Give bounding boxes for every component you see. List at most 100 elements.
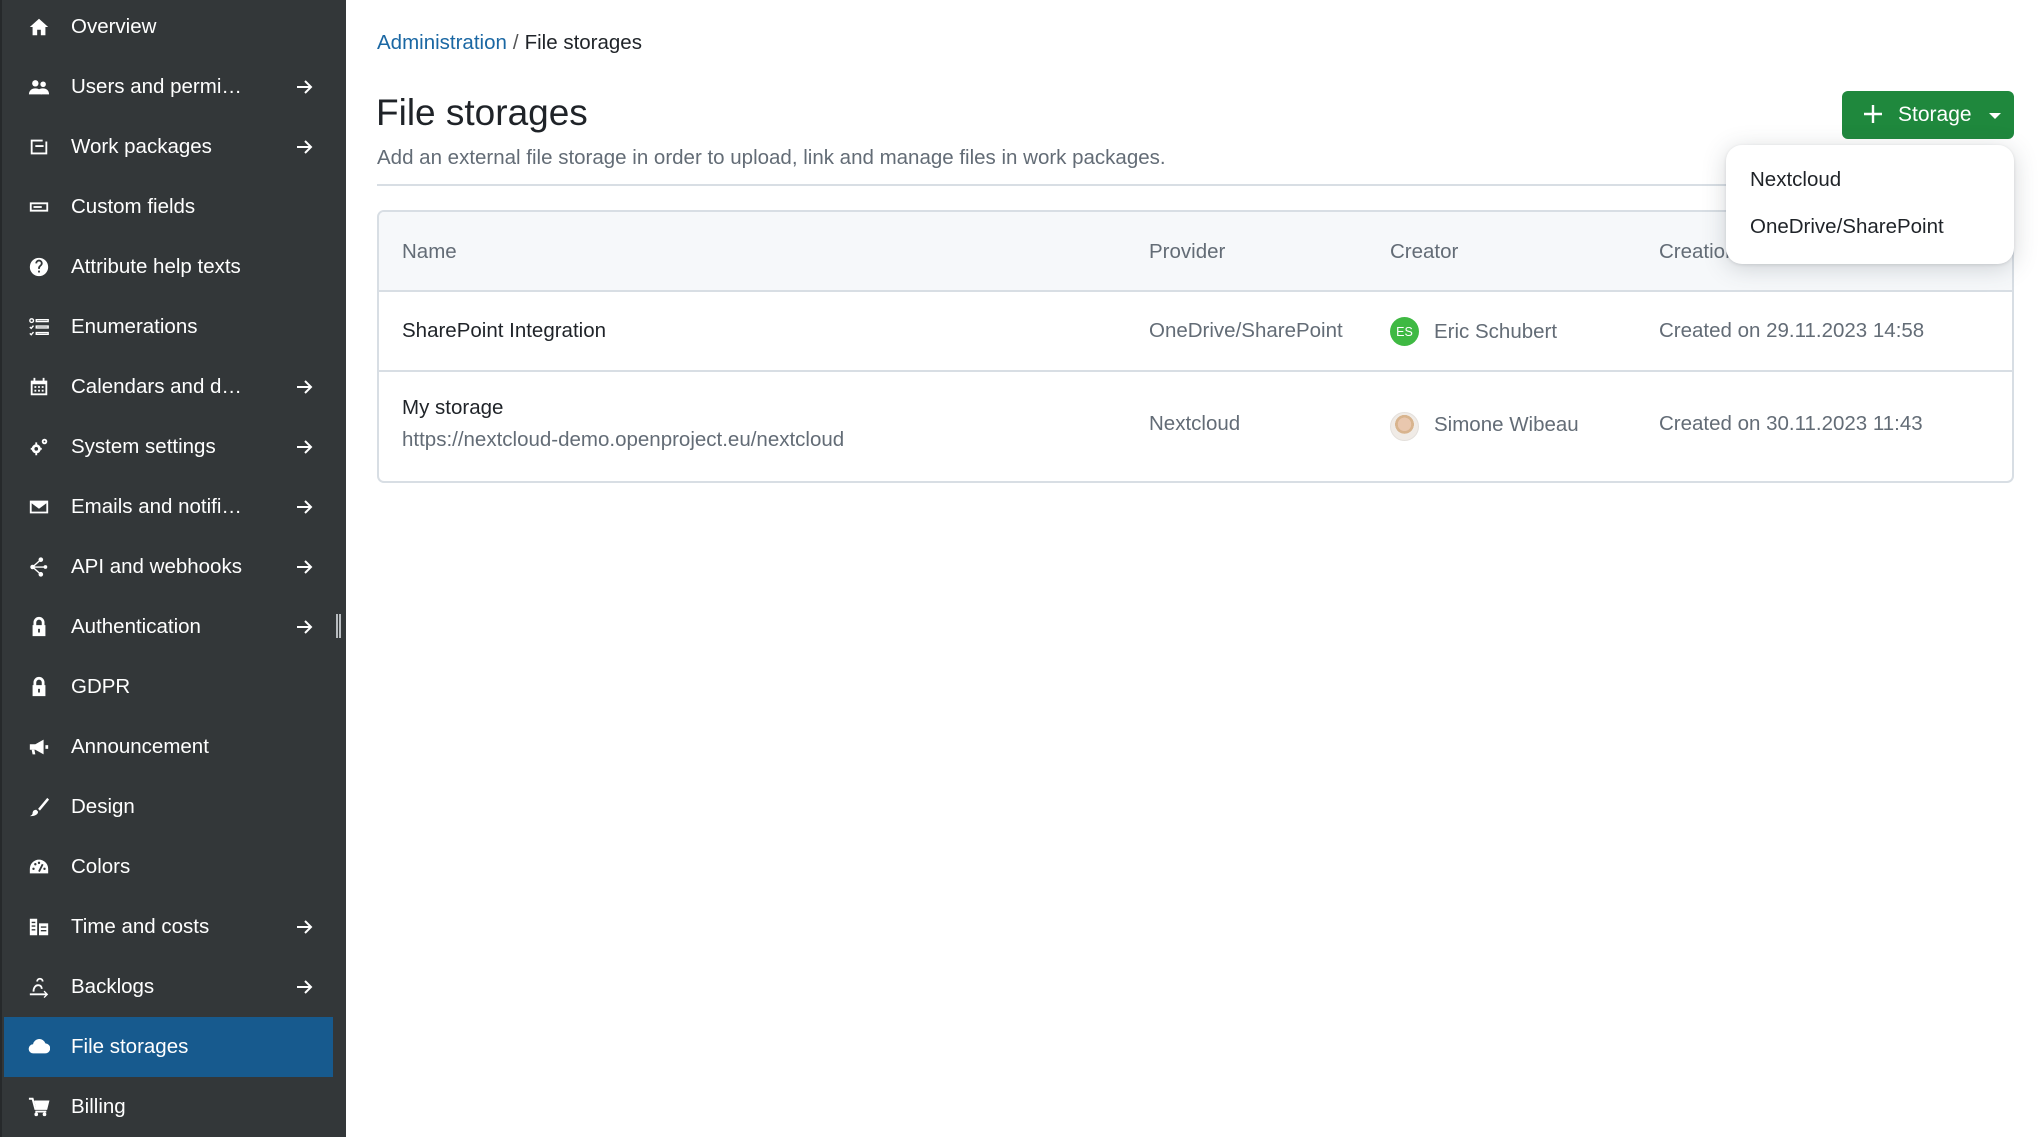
arrow-right-icon[interactable] [294,377,314,397]
calendar-icon [28,376,50,398]
storage-provider: OneDrive/SharePoint [1149,319,1343,342]
sidebar-item-label: Time and costs [71,915,210,938]
arrow-right-icon[interactable] [294,617,314,637]
home-icon [28,16,50,38]
breadcrumb: Administration / File storages [377,31,642,55]
menu-item-label: OneDrive/SharePoint [1750,215,1944,238]
plus-icon [1862,103,1884,125]
sidebar-item-label: Announcement [71,735,209,758]
sidebar-item-label: Overview [71,15,157,38]
sidebar-item-label: GDPR [71,675,131,698]
table-row[interactable]: SharePoint Integration OneDrive/SharePoi… [379,292,2012,372]
storage-provider: Nextcloud [1149,412,1241,435]
sidebar-item-billing[interactable]: Billing [4,1077,333,1137]
column-header-provider[interactable]: Provider [1149,240,1225,264]
sidebar-item-design[interactable]: Design [4,777,333,837]
admin-sidebar: Overview Users and permi… Work packages Cus… [0,0,346,1137]
megaphone-icon [28,736,50,758]
storage-creator: Eric Schubert [1434,320,1558,343]
sidebar-item-label: Users and permi… [71,75,242,98]
menu-item-nextcloud[interactable]: Nextcloud [1726,157,2014,203]
sidebar-item-authentication[interactable]: Authentication [4,597,333,657]
storage-provider-menu: Nextcloud OneDrive/SharePoint [1726,145,2014,264]
cart-icon [28,1096,50,1118]
storage-created-date: Created on 30.11.2023 11:43 [1659,412,1923,435]
enumerations-icon [28,316,50,338]
sidebar-item-colors[interactable]: Colors [4,837,333,897]
mail-icon [28,496,50,518]
sidebar-item-backlogs[interactable]: Backlogs [4,957,333,1017]
sidebar-item-attribute-help-texts[interactable]: Attribute help texts [4,237,333,297]
column-header-creator[interactable]: Creator [1390,240,1458,264]
sidebar-item-label: File storages [71,1035,189,1058]
add-storage-button[interactable]: Storage [1842,91,2014,139]
storage-creator: Simone Wibeau [1434,413,1579,436]
storage-created-date: Created on 29.11.2023 14:58 [1659,319,1925,342]
sidebar-item-emails-and-notifi[interactable]: Emails and notifi… [4,477,333,537]
avatar: ES [1390,317,1419,346]
column-header-name[interactable]: Name [402,240,457,264]
webhook-icon [28,556,50,578]
menu-item-label: Nextcloud [1750,168,1842,191]
gauge-icon [28,856,50,878]
custom-fields-icon [28,196,50,218]
sidebar-item-label: Work packages [71,135,212,158]
settings-icon [28,436,50,458]
arrow-right-icon[interactable] [294,497,314,517]
work-packages-icon [28,136,50,158]
arrow-right-icon[interactable] [294,437,314,457]
help-icon [28,256,50,278]
storage-name-link[interactable]: My storage [402,396,503,420]
sidebar-item-label: Design [71,795,135,818]
brush-icon [28,796,50,818]
backlogs-icon [28,976,50,998]
sidebar-item-api-and-webhooks[interactable]: API and webhooks [4,537,333,597]
cloud-icon [28,1036,50,1058]
sidebar-item-label: Calendars and d… [71,375,242,398]
arrow-right-icon[interactable] [294,917,314,937]
arrow-right-icon[interactable] [294,977,314,997]
users-icon [28,76,50,98]
page-description: Add an external file storage in order to… [377,146,1166,169]
menu-item-onedrive-sharepoint[interactable]: OneDrive/SharePoint [1726,204,2014,250]
sidebar-item-enumerations[interactable]: Enumerations [4,297,333,357]
sidebar-item-work-packages[interactable]: Work packages [4,117,333,177]
caret-down-icon [1989,113,2001,119]
avatar [1390,412,1419,441]
sidebar-item-label: Authentication [71,615,201,638]
breadcrumb-separator: / [512,31,519,54]
sidebar-item-label: Enumerations [71,315,198,338]
sidebar-item-label: Emails and notifi… [71,495,242,518]
storage-host-url: https://nextcloud-demo.openproject.eu/ne… [402,428,845,451]
storage-name-link[interactable]: SharePoint Integration [402,319,606,343]
arrow-right-icon[interactable] [294,137,314,157]
sidebar-item-overview[interactable]: Overview [4,0,333,57]
sidebar-item-system-settings[interactable]: System settings [4,417,333,477]
page-title: File storages [376,92,588,133]
lock-icon [28,676,50,698]
sidebar-item-label: System settings [71,435,216,458]
budget-icon [28,916,50,938]
sidebar-item-label: Attribute help texts [71,255,241,278]
arrow-right-icon[interactable] [294,557,314,577]
table-row[interactable]: My storage https://nextcloud-demo.openpr… [379,372,2012,481]
add-storage-button-label: Storage [1898,103,1972,126]
breadcrumb-current: File storages [524,31,642,54]
sidebar-item-label: Custom fields [71,195,196,218]
sidebar-item-calendars-and-d[interactable]: Calendars and d… [4,357,333,417]
sidebar-item-announcement[interactable]: Announcement [4,717,333,777]
lock-icon [28,616,50,638]
sidebar-item-users-and-permi[interactable]: Users and permi… [4,57,333,117]
sidebar-item-custom-fields[interactable]: Custom fields [4,177,333,237]
column-header-creation[interactable]: Creation [1659,240,1737,264]
sidebar-item-gdpr[interactable]: GDPR [4,657,333,717]
sidebar-resize-handle[interactable] [336,614,341,638]
breadcrumb-administration-link[interactable]: Administration [377,31,507,54]
sidebar-item-label: API and webhooks [71,555,242,578]
sidebar-item-time-and-costs[interactable]: Time and costs [4,897,333,957]
sidebar-item-label: Colors [71,855,131,878]
sidebar-item-label: Backlogs [71,975,155,998]
sidebar-item-file-storages[interactable]: File storages [4,1017,333,1077]
sidebar-item-label: Billing [71,1095,126,1118]
arrow-right-icon[interactable] [294,77,314,97]
